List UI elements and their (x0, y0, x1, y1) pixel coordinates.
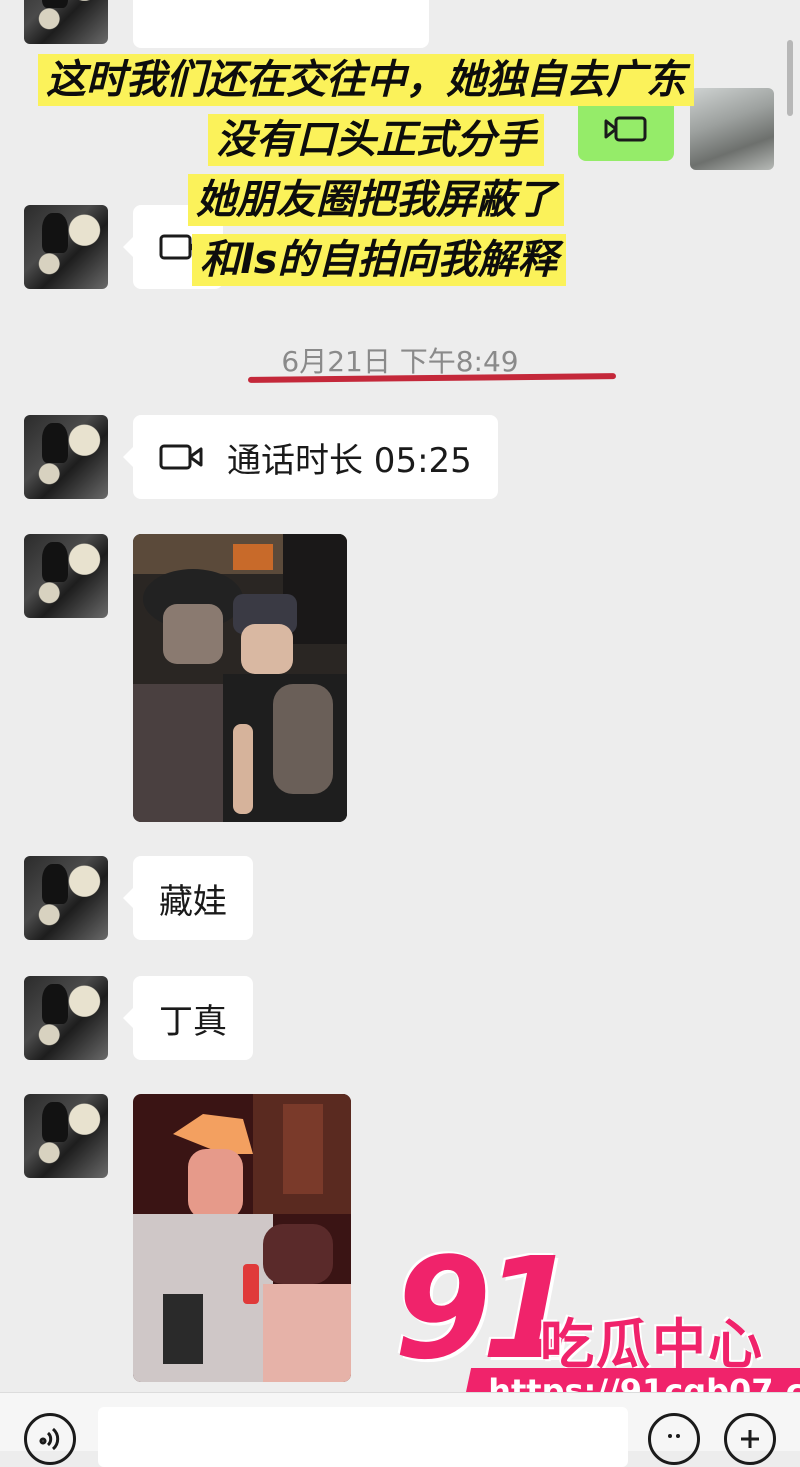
my-avatar[interactable] (690, 88, 774, 170)
avatar[interactable] (24, 856, 108, 940)
caption-line-1: 这时我们还在交往中，她独自去广东 (38, 54, 694, 106)
caption-line-2: 没有口头正式分手 (208, 114, 544, 166)
text-message-bubble[interactable]: 藏娃 (123, 856, 253, 940)
selfie-image (133, 1094, 351, 1382)
caption-line-3: 她朋友圈把我屏蔽了 (188, 174, 564, 226)
avatar[interactable] (24, 205, 108, 289)
avatar[interactable] (24, 0, 108, 44)
message-text: 丁真 (159, 1001, 227, 1042)
voice-icon[interactable] (24, 1413, 76, 1465)
scrollbar[interactable] (787, 40, 793, 116)
plus-icon[interactable] (724, 1413, 776, 1465)
photo-message[interactable] (133, 534, 347, 822)
message-input[interactable] (98, 1407, 628, 1467)
call-record-bubble[interactable]: 通话时长 05:25 (123, 415, 498, 499)
plus-sign-icon (741, 1430, 759, 1448)
call-duration-text: 通话时长 05:25 (227, 440, 472, 481)
photo-message[interactable] (133, 1094, 351, 1382)
emoji-face-icon (668, 1434, 680, 1438)
video-call-icon (159, 444, 203, 470)
timestamp: 6月21日 下午8:49 (281, 345, 519, 378)
chat-input-bar (0, 1392, 800, 1467)
selfie-image (133, 534, 347, 822)
emoji-icon[interactable] (648, 1413, 700, 1465)
avatar[interactable] (24, 976, 108, 1060)
avatar[interactable] (24, 534, 108, 618)
avatar[interactable] (24, 1094, 108, 1178)
caption-line-4: 和ls的自拍向我解释 (192, 234, 566, 286)
voice-waves-icon (39, 1427, 60, 1451)
video-call-icon (604, 116, 647, 142)
avatar[interactable] (24, 415, 108, 499)
sent-video-call-bubble[interactable] (578, 97, 674, 161)
text-message-bubble[interactable]: 丁真 (123, 976, 253, 1060)
message-text: 藏娃 (159, 881, 227, 922)
message-bubble-partial (133, 0, 429, 48)
